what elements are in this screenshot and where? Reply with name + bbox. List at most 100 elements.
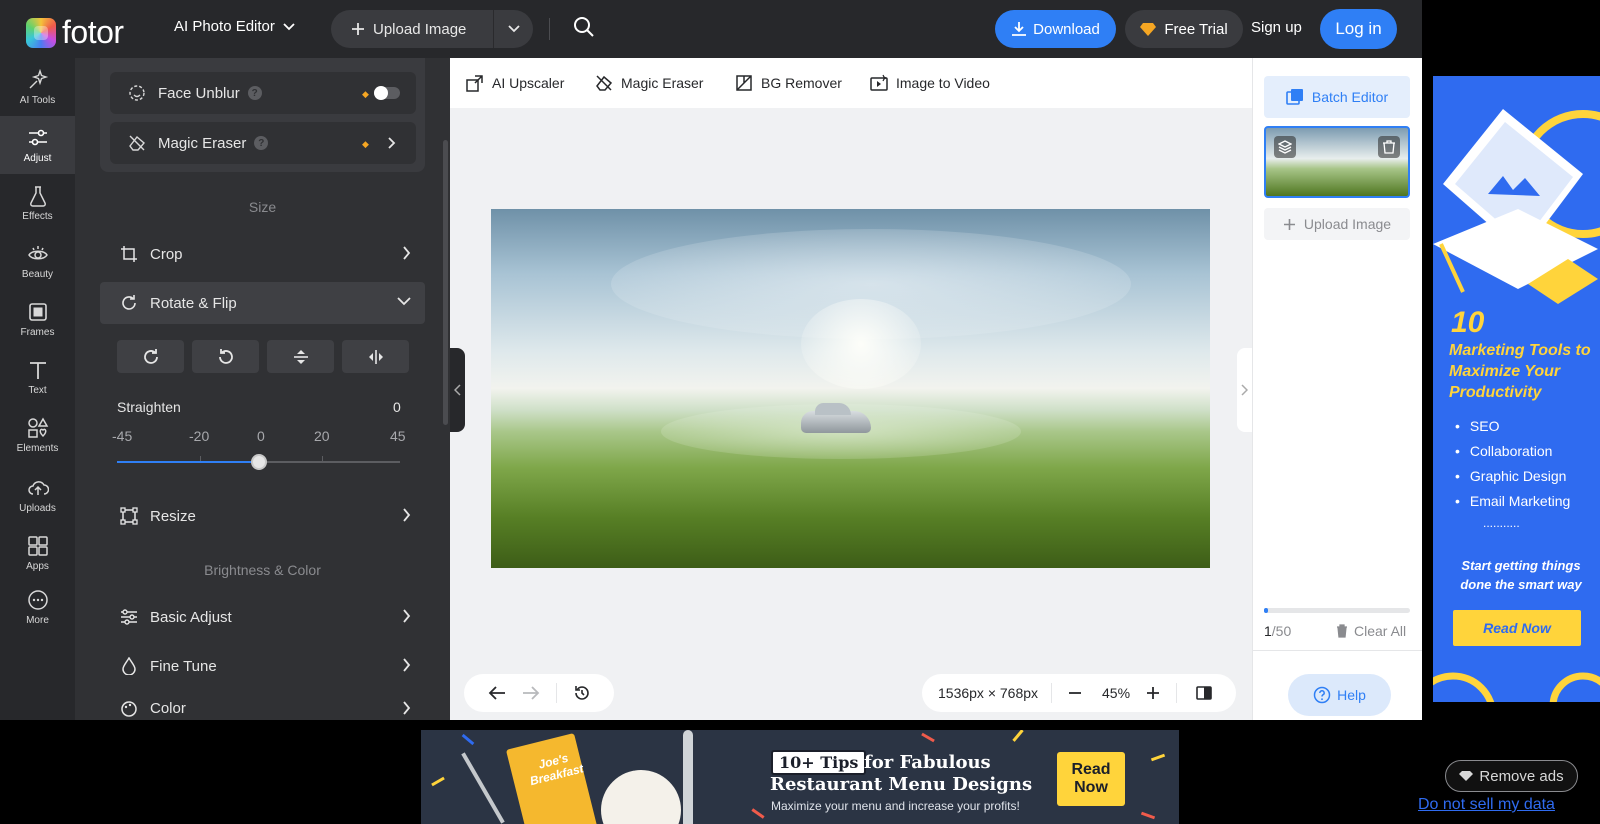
rail-item-adjust[interactable]: Adjust — [0, 116, 75, 174]
video-icon — [870, 74, 888, 91]
rail-item-label: Apps — [26, 560, 49, 572]
ad-number: 10 — [1451, 306, 1485, 339]
bg-remover-button[interactable]: BG Remover — [735, 74, 842, 92]
rail-item-text[interactable]: Text — [0, 348, 75, 406]
rail-item-frames[interactable]: Frames — [0, 290, 75, 348]
chevron-right-icon — [403, 508, 411, 522]
rail-item-ai-tools[interactable]: AI Tools — [0, 58, 75, 116]
ad-read-now-button[interactable]: Read Now — [1453, 610, 1581, 646]
droplet-icon — [122, 657, 136, 675]
confetti — [1012, 730, 1024, 742]
do-not-sell-link[interactable]: Do not sell my data — [1418, 796, 1555, 814]
panel-scrollbar[interactable] — [443, 140, 448, 425]
fork-illustration — [461, 752, 505, 824]
collapse-panel-handle[interactable] — [450, 348, 465, 432]
rail-item-beauty[interactable]: Beauty — [0, 232, 75, 290]
rotate-flip-item[interactable]: Rotate & Flip — [100, 282, 425, 324]
sign-up-link[interactable]: Sign up — [1251, 19, 1302, 36]
rail-item-elements[interactable]: Elements — [0, 406, 75, 464]
divider — [1176, 683, 1177, 703]
image-to-video-button[interactable]: Image to Video — [870, 74, 990, 92]
layers-icon — [1278, 140, 1292, 154]
upload-dropdown-button[interactable] — [494, 10, 533, 48]
flip-horizontal-button[interactable] — [342, 340, 409, 373]
upload-image-group: Upload Image — [331, 10, 533, 48]
download-label: Download — [1033, 20, 1100, 38]
upload-image-side-button[interactable]: Upload Image — [1264, 208, 1410, 240]
redo-button[interactable] — [522, 685, 540, 701]
rotate-right-button[interactable] — [117, 340, 184, 373]
fine-tune-item[interactable]: Fine Tune — [100, 645, 425, 687]
delete-thumbnail-button[interactable] — [1378, 136, 1400, 158]
batch-count-total: /50 — [1271, 623, 1292, 639]
ad-headline: Marketing Tools to Maximize Your Product… — [1449, 342, 1591, 401]
chevron-right-icon — [403, 658, 411, 672]
basic-adjust-item[interactable]: Basic Adjust — [100, 596, 425, 638]
bottom-advertisement[interactable]: Joe's Breakfast 10+ Tips for Fabulous Re… — [421, 730, 1179, 824]
arrow-right-icon — [523, 686, 540, 700]
ad-headline-line2: Restaurant Menu Designs — [770, 774, 1033, 795]
side-advertisement[interactable]: 10 Marketing Tools to Maximize Your Prod… — [1433, 76, 1600, 702]
help-icon[interactable]: ? — [247, 86, 262, 100]
divider — [1051, 683, 1052, 703]
edited-photo-landscape[interactable] — [491, 209, 1210, 568]
fotor-logo[interactable]: fotor — [26, 14, 124, 51]
face-unblur-toggle[interactable] — [374, 86, 400, 100]
batch-editor-label: Batch Editor — [1311, 89, 1389, 105]
download-button[interactable]: Download — [995, 10, 1116, 48]
section-title-brightness: Brightness & Color — [204, 562, 321, 578]
crop-item[interactable]: Crop — [100, 233, 425, 275]
compare-button[interactable] — [1196, 685, 1212, 701]
frame-icon — [28, 302, 47, 321]
face-unblur-item[interactable]: Face Unblur ? ◆ — [110, 72, 416, 114]
remove-ads-button[interactable]: Remove ads — [1445, 760, 1578, 792]
ad-tagline: Start getting things done the smart way — [1460, 558, 1582, 592]
resize-item[interactable]: Resize — [100, 495, 425, 537]
zoom-out-button[interactable] — [1068, 685, 1082, 701]
help-button[interactable]: Help — [1288, 674, 1391, 716]
straighten-value: 0 — [393, 399, 401, 415]
rotate-icon — [122, 295, 136, 310]
help-icon[interactable]: ? — [254, 136, 269, 150]
rotate-left-button[interactable] — [192, 340, 259, 373]
image-thumbnail[interactable] — [1264, 126, 1410, 198]
laptop-illustration — [1433, 109, 1600, 304]
layers-button[interactable] — [1274, 136, 1296, 158]
clear-all-button[interactable]: Clear All — [1336, 623, 1406, 639]
plus-icon — [1283, 218, 1295, 230]
rail-item-more[interactable]: More — [0, 578, 75, 636]
section-title-size: Size — [248, 199, 277, 215]
straighten-slider-thumb[interactable] — [250, 454, 267, 470]
history-button[interactable] — [574, 685, 590, 701]
more-icon — [27, 589, 48, 610]
rail-item-apps[interactable]: Apps — [0, 524, 75, 582]
remove-ads-label: Remove ads — [1479, 767, 1564, 785]
undo-button[interactable] — [488, 685, 506, 701]
magic-eraser-item[interactable]: Magic Eraser ? ◆ — [110, 122, 416, 164]
expand-right-panel-handle[interactable] — [1237, 348, 1252, 432]
confetti — [1140, 811, 1156, 820]
photo-sun-glow — [801, 299, 921, 389]
chevron-down-icon — [397, 297, 411, 306]
batch-editor-button[interactable]: Batch Editor — [1264, 76, 1410, 118]
zoom-in-button[interactable] — [1146, 685, 1160, 701]
ai-photo-editor-menu[interactable]: AI Photo Editor — [174, 18, 295, 35]
download-icon — [1012, 22, 1027, 36]
flip-vertical-button[interactable] — [267, 340, 334, 373]
knife-illustration — [683, 730, 693, 824]
ai-upscaler-button[interactable]: AI Upscaler — [466, 74, 564, 92]
ad-decor-arcs — [1433, 672, 1600, 702]
upload-image-button[interactable]: Upload Image — [331, 10, 494, 48]
magic-eraser-button[interactable]: Magic Eraser — [595, 74, 703, 92]
rail-item-effects[interactable]: Effects — [0, 174, 75, 232]
straighten-tick: -45 — [112, 428, 133, 444]
ad-read-now-button[interactable]: Read Now — [1057, 752, 1125, 806]
batch-progress-track — [1264, 608, 1410, 613]
log-in-button[interactable]: Log in — [1320, 9, 1397, 49]
color-item[interactable]: Color — [100, 693, 425, 720]
zoom-level[interactable]: 45% — [1102, 685, 1130, 701]
rail-item-uploads[interactable]: Uploads — [0, 464, 75, 526]
search-button[interactable] — [573, 16, 595, 38]
free-trial-button[interactable]: Free Trial — [1125, 10, 1243, 48]
plus-icon — [1147, 687, 1159, 699]
